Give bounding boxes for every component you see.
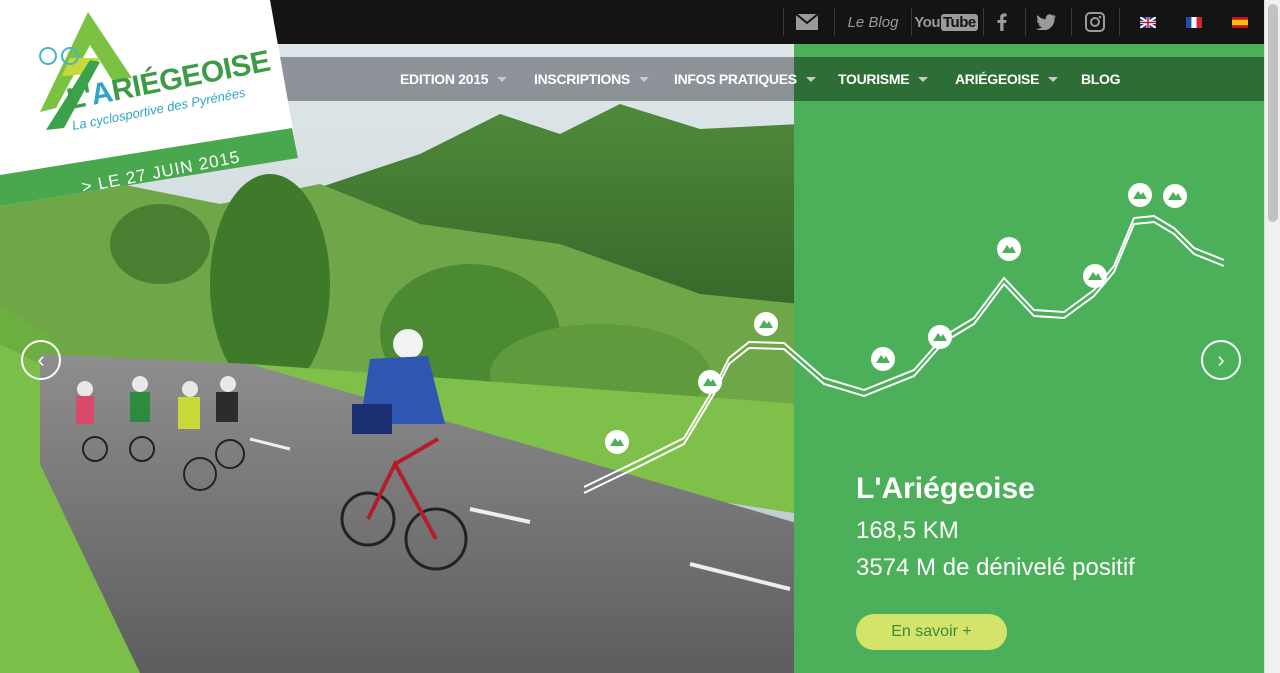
mountain-markers xyxy=(605,183,1187,454)
route-distance: 168,5 KM xyxy=(856,517,959,544)
slider-prev-button[interactable]: ‹ xyxy=(21,340,61,380)
mail-icon[interactable] xyxy=(792,0,822,44)
scrollbar-thumb[interactable] xyxy=(1268,4,1278,222)
instagram-icon[interactable] xyxy=(1082,0,1108,44)
caret-down-icon xyxy=(497,77,508,82)
caret-down-icon xyxy=(1048,77,1059,82)
divider xyxy=(1071,8,1072,36)
route-title: L'Ariégeoise xyxy=(856,472,1035,505)
caret-down-icon xyxy=(638,77,649,82)
divider xyxy=(783,8,784,36)
caret-down-icon xyxy=(918,77,929,82)
nav-item-inscriptions[interactable]: INSCRIPTIONS xyxy=(534,57,649,101)
nav-item-tourisme[interactable]: TOURISME xyxy=(838,57,929,101)
nav-item-edition[interactable]: EDITION 2015 xyxy=(400,57,508,101)
twitter-icon[interactable] xyxy=(1032,0,1060,44)
site-logo[interactable]: L'ARIÉGEOISE La cyclosportive des Pyréné… xyxy=(0,0,310,215)
caret-down-icon xyxy=(805,77,816,82)
learn-more-button[interactable]: En savoir + xyxy=(856,614,1007,650)
divider xyxy=(911,8,912,36)
chevron-right-icon: › xyxy=(1217,347,1225,372)
en-flag[interactable] xyxy=(1138,0,1158,44)
facebook-icon[interactable] xyxy=(990,0,1014,44)
chevron-left-icon: ‹ xyxy=(37,347,45,372)
fr-flag[interactable] xyxy=(1184,0,1204,44)
nav-item-ariegeoise[interactable]: ARIÉGEOISE xyxy=(955,57,1059,101)
divider xyxy=(834,8,835,36)
blog-link[interactable]: Le Blog xyxy=(840,0,906,44)
es-flag[interactable] xyxy=(1230,0,1250,44)
route-elevation: 3574 M de dénivelé positif xyxy=(856,554,1135,581)
divider xyxy=(1025,8,1026,36)
nav-item-blog[interactable]: BLOG xyxy=(1081,57,1121,101)
page-scrollbar[interactable] xyxy=(1264,0,1280,673)
divider xyxy=(1119,8,1120,36)
nav-item-infos-pratiques[interactable]: INFOS PRATIQUES xyxy=(674,57,816,101)
youtube-icon[interactable]: You Tube xyxy=(914,0,978,44)
divider xyxy=(983,8,984,36)
slider-next-button[interactable]: › xyxy=(1201,340,1241,380)
